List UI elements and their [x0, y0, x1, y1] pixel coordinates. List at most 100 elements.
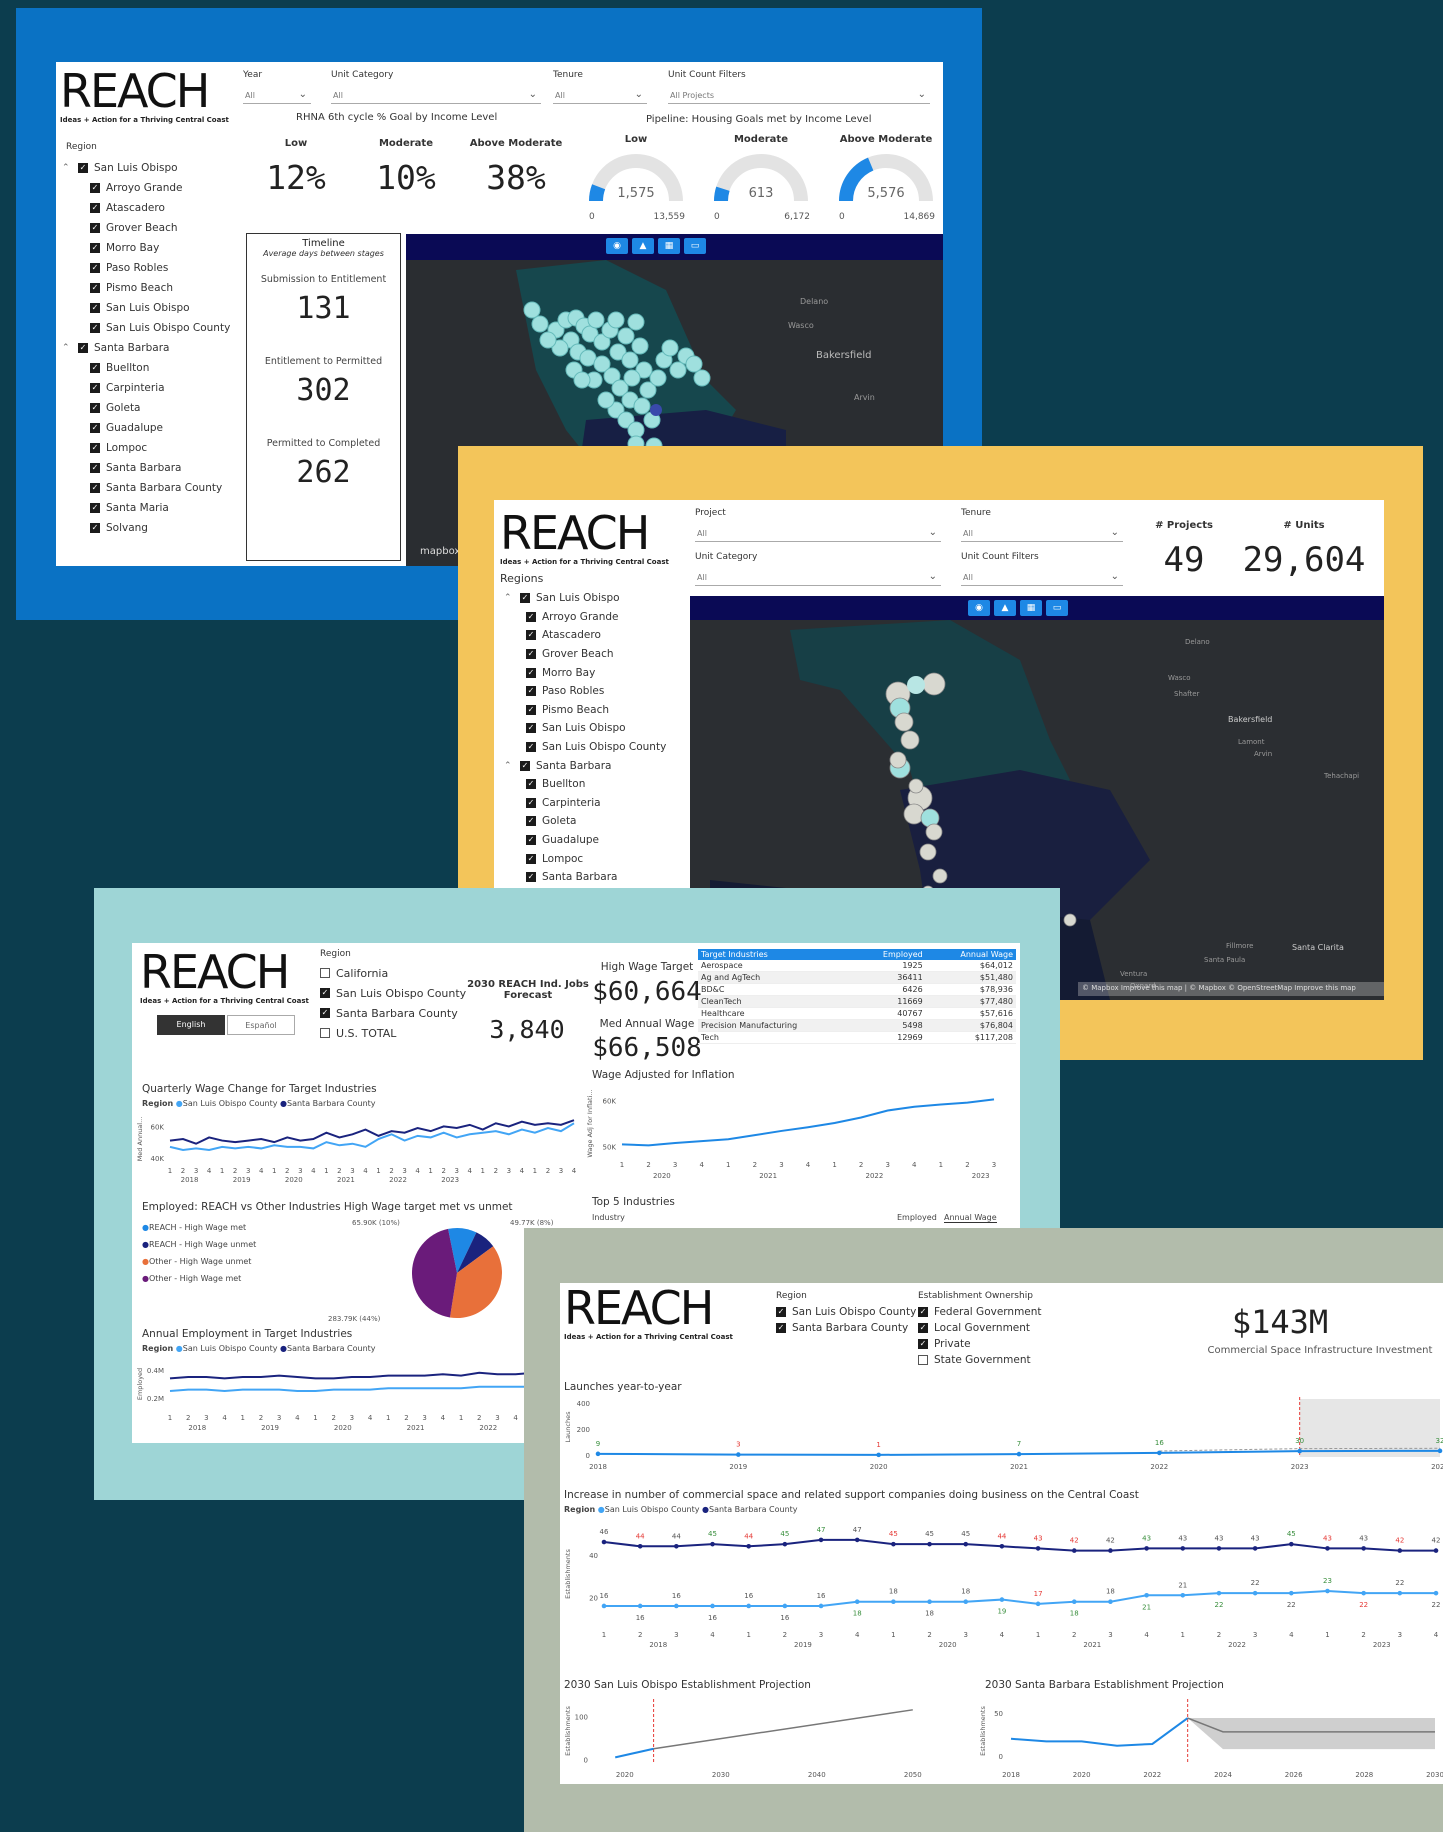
checkbox-checked-icon[interactable]: ✓ — [90, 523, 100, 533]
tree-item[interactable]: ✓ Goleta — [62, 398, 230, 418]
checkbox-checked-icon[interactable]: ✓ — [776, 1307, 786, 1317]
checkbox-empty-icon[interactable] — [320, 1028, 330, 1038]
table-header[interactable]: Employed — [855, 949, 926, 960]
tree-item[interactable]: ✓ Grover Beach — [62, 218, 230, 238]
checkbox-checked-icon[interactable]: ✓ — [526, 853, 536, 864]
checkbox-checked-icon[interactable]: ✓ — [918, 1307, 928, 1317]
checkbox-checked-icon[interactable]: ✓ — [90, 403, 100, 413]
tree-item[interactable]: ✓ Santa Barbara — [504, 868, 666, 887]
checkbox-checked-icon[interactable]: ✓ — [526, 742, 536, 753]
region-option[interactable]: ✓ San Luis Obispo County — [776, 1304, 916, 1320]
tree-item[interactable]: ✓ San Luis Obispo — [62, 298, 230, 318]
tree-item[interactable]: ✓ Buellton — [504, 775, 666, 794]
checkbox-checked-icon[interactable]: ✓ — [526, 723, 536, 734]
table-header[interactable]: Annual Wage — [925, 949, 1016, 960]
checkbox-checked-icon[interactable]: ✓ — [526, 649, 536, 660]
checkbox-checked-icon[interactable]: ✓ — [90, 483, 100, 493]
checkbox-checked-icon[interactable]: ✓ — [526, 872, 536, 883]
tree-item[interactable]: ✓ Lompoc — [504, 849, 666, 868]
checkbox-checked-icon[interactable]: ✓ — [90, 383, 100, 393]
checkbox-checked-icon[interactable]: ✓ — [526, 835, 536, 846]
tree-item[interactable]: ✓ Pismo Beach — [504, 701, 666, 720]
checkbox-checked-icon[interactable]: ✓ — [526, 704, 536, 715]
checkbox-checked-icon[interactable]: ✓ — [526, 611, 536, 622]
region-option[interactable]: U.S. TOTAL — [320, 1023, 466, 1043]
checkbox-checked-icon[interactable]: ✓ — [90, 323, 100, 333]
checkbox-checked-icon[interactable]: ✓ — [526, 797, 536, 808]
checkbox-empty-icon[interactable] — [918, 1355, 928, 1365]
collapse-icon[interactable]: ⌃ — [62, 163, 74, 173]
tree-item[interactable]: ✓ Arroyo Grande — [62, 178, 230, 198]
map-style-icon[interactable]: ▦ — [658, 238, 680, 254]
ownership-option[interactable]: State Government — [918, 1352, 1042, 1368]
filter-tenure-dropdown[interactable]: All ⌄ — [553, 88, 647, 104]
tree-item[interactable]: ✓ Paso Robles — [62, 258, 230, 278]
tree-item[interactable]: ✓ San Luis Obispo County — [62, 318, 230, 338]
table-row[interactable]: Healthcare 40767 $57,616 — [698, 1007, 1016, 1020]
tree-group[interactable]: ⌃ ✓ San Luis Obispo — [504, 589, 666, 608]
tree-item[interactable]: ✓ Buellton — [62, 358, 230, 378]
tree-item[interactable]: ✓ Guadalupe — [504, 831, 666, 850]
checkbox-empty-icon[interactable] — [320, 968, 330, 978]
checkbox-checked-icon[interactable]: ✓ — [526, 816, 536, 827]
region-option[interactable]: ✓ Santa Barbara County — [776, 1320, 916, 1336]
top5-header[interactable]: Industry — [592, 1213, 625, 1222]
map-style-icon[interactable]: ▦ — [1020, 600, 1042, 616]
tree-item[interactable]: ✓ Goleta — [504, 812, 666, 831]
checkbox-checked-icon[interactable]: ✓ — [526, 630, 536, 641]
collapse-icon[interactable]: ⌃ — [504, 593, 516, 603]
checkbox-checked-icon[interactable]: ✓ — [90, 443, 100, 453]
comment-icon[interactable]: ▭ — [684, 238, 706, 254]
tree-item[interactable]: ✓ Solvang — [62, 518, 230, 538]
region-option[interactable]: ✓ San Luis Obispo County — [320, 983, 466, 1003]
tree-item[interactable]: ✓ San Luis Obispo — [504, 719, 666, 738]
tree-item[interactable]: ✓ Santa Barbara — [62, 458, 230, 478]
checkbox-checked-icon[interactable]: ✓ — [78, 163, 88, 173]
tree-item[interactable]: ✓ Atascadero — [504, 626, 666, 645]
checkbox-checked-icon[interactable]: ✓ — [90, 203, 100, 213]
tree-item[interactable]: ✓ Guadalupe — [62, 418, 230, 438]
tree-group[interactable]: ⌃ ✓ Santa Barbara — [62, 338, 230, 358]
filter-unit-category-dropdown[interactable]: All ⌄ — [695, 570, 941, 586]
checkbox-checked-icon[interactable]: ✓ — [90, 183, 100, 193]
globe-icon[interactable]: ◉ — [606, 238, 628, 254]
ownership-option[interactable]: ✓ Private — [918, 1336, 1042, 1352]
checkbox-checked-icon[interactable]: ✓ — [90, 423, 100, 433]
table-row[interactable]: BD&C 6426 $78,936 — [698, 983, 1016, 996]
table-row[interactable]: Aerospace 1925 $64,012 — [698, 960, 1016, 972]
table-header[interactable]: Target Industries — [698, 949, 856, 960]
table-row[interactable]: CleanTech 11669 $77,480 — [698, 995, 1016, 1008]
north-arrow-icon[interactable]: ▲ — [632, 238, 654, 254]
ownership-option[interactable]: ✓ Federal Government — [918, 1304, 1042, 1320]
tree-group[interactable]: ⌃ ✓ San Luis Obispo — [62, 158, 230, 178]
checkbox-checked-icon[interactable]: ✓ — [918, 1339, 928, 1349]
filter-unit-category-dropdown[interactable]: All ⌄ — [331, 88, 541, 104]
checkbox-checked-icon[interactable]: ✓ — [90, 283, 100, 293]
checkbox-checked-icon[interactable]: ✓ — [90, 263, 100, 273]
checkbox-checked-icon[interactable]: ✓ — [78, 343, 88, 353]
filter-project-dropdown[interactable]: All ⌄ — [695, 526, 941, 542]
north-arrow-icon[interactable]: ▲ — [994, 600, 1016, 616]
tree-item[interactable]: ✓ Arroyo Grande — [504, 608, 666, 627]
tree-item[interactable]: ✓ Morro Bay — [62, 238, 230, 258]
tree-item[interactable]: ✓ Grover Beach — [504, 645, 666, 664]
checkbox-checked-icon[interactable]: ✓ — [526, 667, 536, 678]
tree-group[interactable]: ⌃ ✓ Santa Barbara — [504, 756, 666, 775]
checkbox-checked-icon[interactable]: ✓ — [526, 686, 536, 697]
top5-header[interactable]: Annual Wage — [944, 1213, 997, 1223]
mapbox-attribution[interactable]: © Mapbox Improve this map | © Mapbox © O… — [1078, 982, 1384, 996]
region-option[interactable]: ✓ Santa Barbara County — [320, 1003, 466, 1023]
tree-item[interactable]: ✓ Pismo Beach — [62, 278, 230, 298]
table-row[interactable]: Precision Manufacturing 5498 $76,804 — [698, 1019, 1016, 1032]
tree-item[interactable]: ✓ Santa Maria — [62, 498, 230, 518]
tree-item[interactable]: ✓ Santa Barbara County — [62, 478, 230, 498]
espanol-toggle[interactable]: Español — [227, 1015, 295, 1035]
english-toggle[interactable]: English — [157, 1015, 225, 1035]
tree-item[interactable]: ✓ Carpinteria — [504, 794, 666, 813]
tree-item[interactable]: ✓ Atascadero — [62, 198, 230, 218]
comment-icon[interactable]: ▭ — [1046, 600, 1068, 616]
checkbox-checked-icon[interactable]: ✓ — [320, 1008, 330, 1018]
checkbox-checked-icon[interactable]: ✓ — [520, 760, 530, 771]
ownership-option[interactable]: ✓ Local Government — [918, 1320, 1042, 1336]
tree-item[interactable]: ✓ Lompoc — [62, 438, 230, 458]
